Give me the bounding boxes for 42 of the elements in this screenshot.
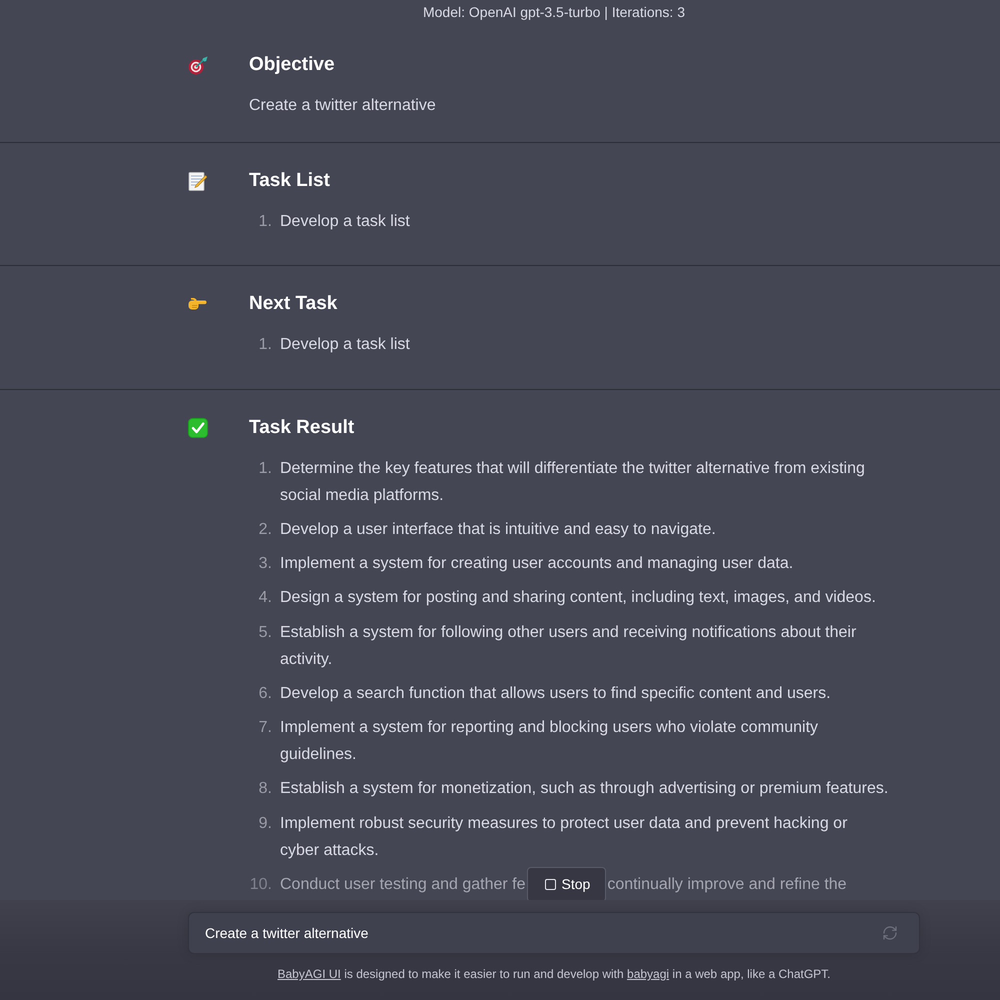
checkmark-icon [188, 418, 208, 438]
list-item-text: Develop a task list [280, 212, 410, 232]
section-heading: Next Task [249, 292, 338, 316]
list-number: 5. [258, 622, 272, 642]
input-field[interactable]: Create a twitter alternative [188, 912, 920, 954]
list-number: 1. [258, 212, 272, 232]
stop-button[interactable]: Stop [526, 866, 606, 900]
footer-link[interactable]: BabyAGI UI [278, 967, 341, 981]
list-item-text: Implement a system for reporting and blocking users who violate community guidelines. [280, 718, 818, 765]
list-item-text: Determine the key features that will differentiate the twitter alternative from existing social media platforms. [280, 458, 865, 506]
list-number: 3. [258, 554, 272, 574]
list-number: 8. [258, 779, 272, 800]
list-item-text: Develop a search function that allows users to find specific content and users. [280, 684, 831, 704]
list-number: 6. [258, 684, 272, 704]
section-heading: Task Result [249, 416, 356, 440]
list-number: 7. [258, 718, 272, 738]
list-number: 1. [258, 458, 272, 478]
list-item-text: Design a system for posting and sharing content, including text, images, and videos. [280, 588, 876, 608]
list-number: 4. [258, 588, 272, 608]
list-item-text: Develop a task list [280, 335, 410, 356]
list-number: 1. [258, 335, 272, 356]
pointing-hand-icon [188, 298, 207, 310]
target-icon [188, 56, 208, 74]
list-item-text: Establish a system for following other users and receiving notifications about their activity. [280, 622, 856, 670]
list-item-text: Establish a system for monetization, such as through advertising or premium features. [280, 779, 888, 800]
notepad-pencil-icon [188, 172, 207, 190]
footer-link[interactable]: babyagi [627, 967, 670, 981]
refresh-icon [882, 925, 898, 941]
list-item-text: Implement a system for creating user accounts and managing user data. [280, 554, 794, 574]
list-number: 2. [258, 520, 272, 540]
list-item-text: Conduct user testing and gather fe [280, 874, 526, 895]
list-item-text: Develop a user interface that is intuitive and easy to navigate. [280, 520, 716, 540]
section-heading: Task List [249, 169, 331, 193]
list-number: 10. [249, 874, 272, 895]
stop-icon [544, 878, 556, 890]
list-number: 9. [258, 814, 272, 834]
objective-text: Create a twitter alternative [249, 96, 437, 116]
model-info-text: Model: OpenAI gpt-3.5-turbo | Iterations: 3 [422, 3, 686, 21]
section-heading: Objective [249, 53, 336, 77]
list-item-text: continually improve and refine the [607, 874, 847, 895]
footer-text: BabyAGI UI is designed to make it easier to run and develop with babyagi in a web app, like a ChatGPT. [276, 966, 832, 982]
list-item-text: Implement robust security measures to protect user data and prevent hacking or cyber attacks. [280, 814, 848, 860]
